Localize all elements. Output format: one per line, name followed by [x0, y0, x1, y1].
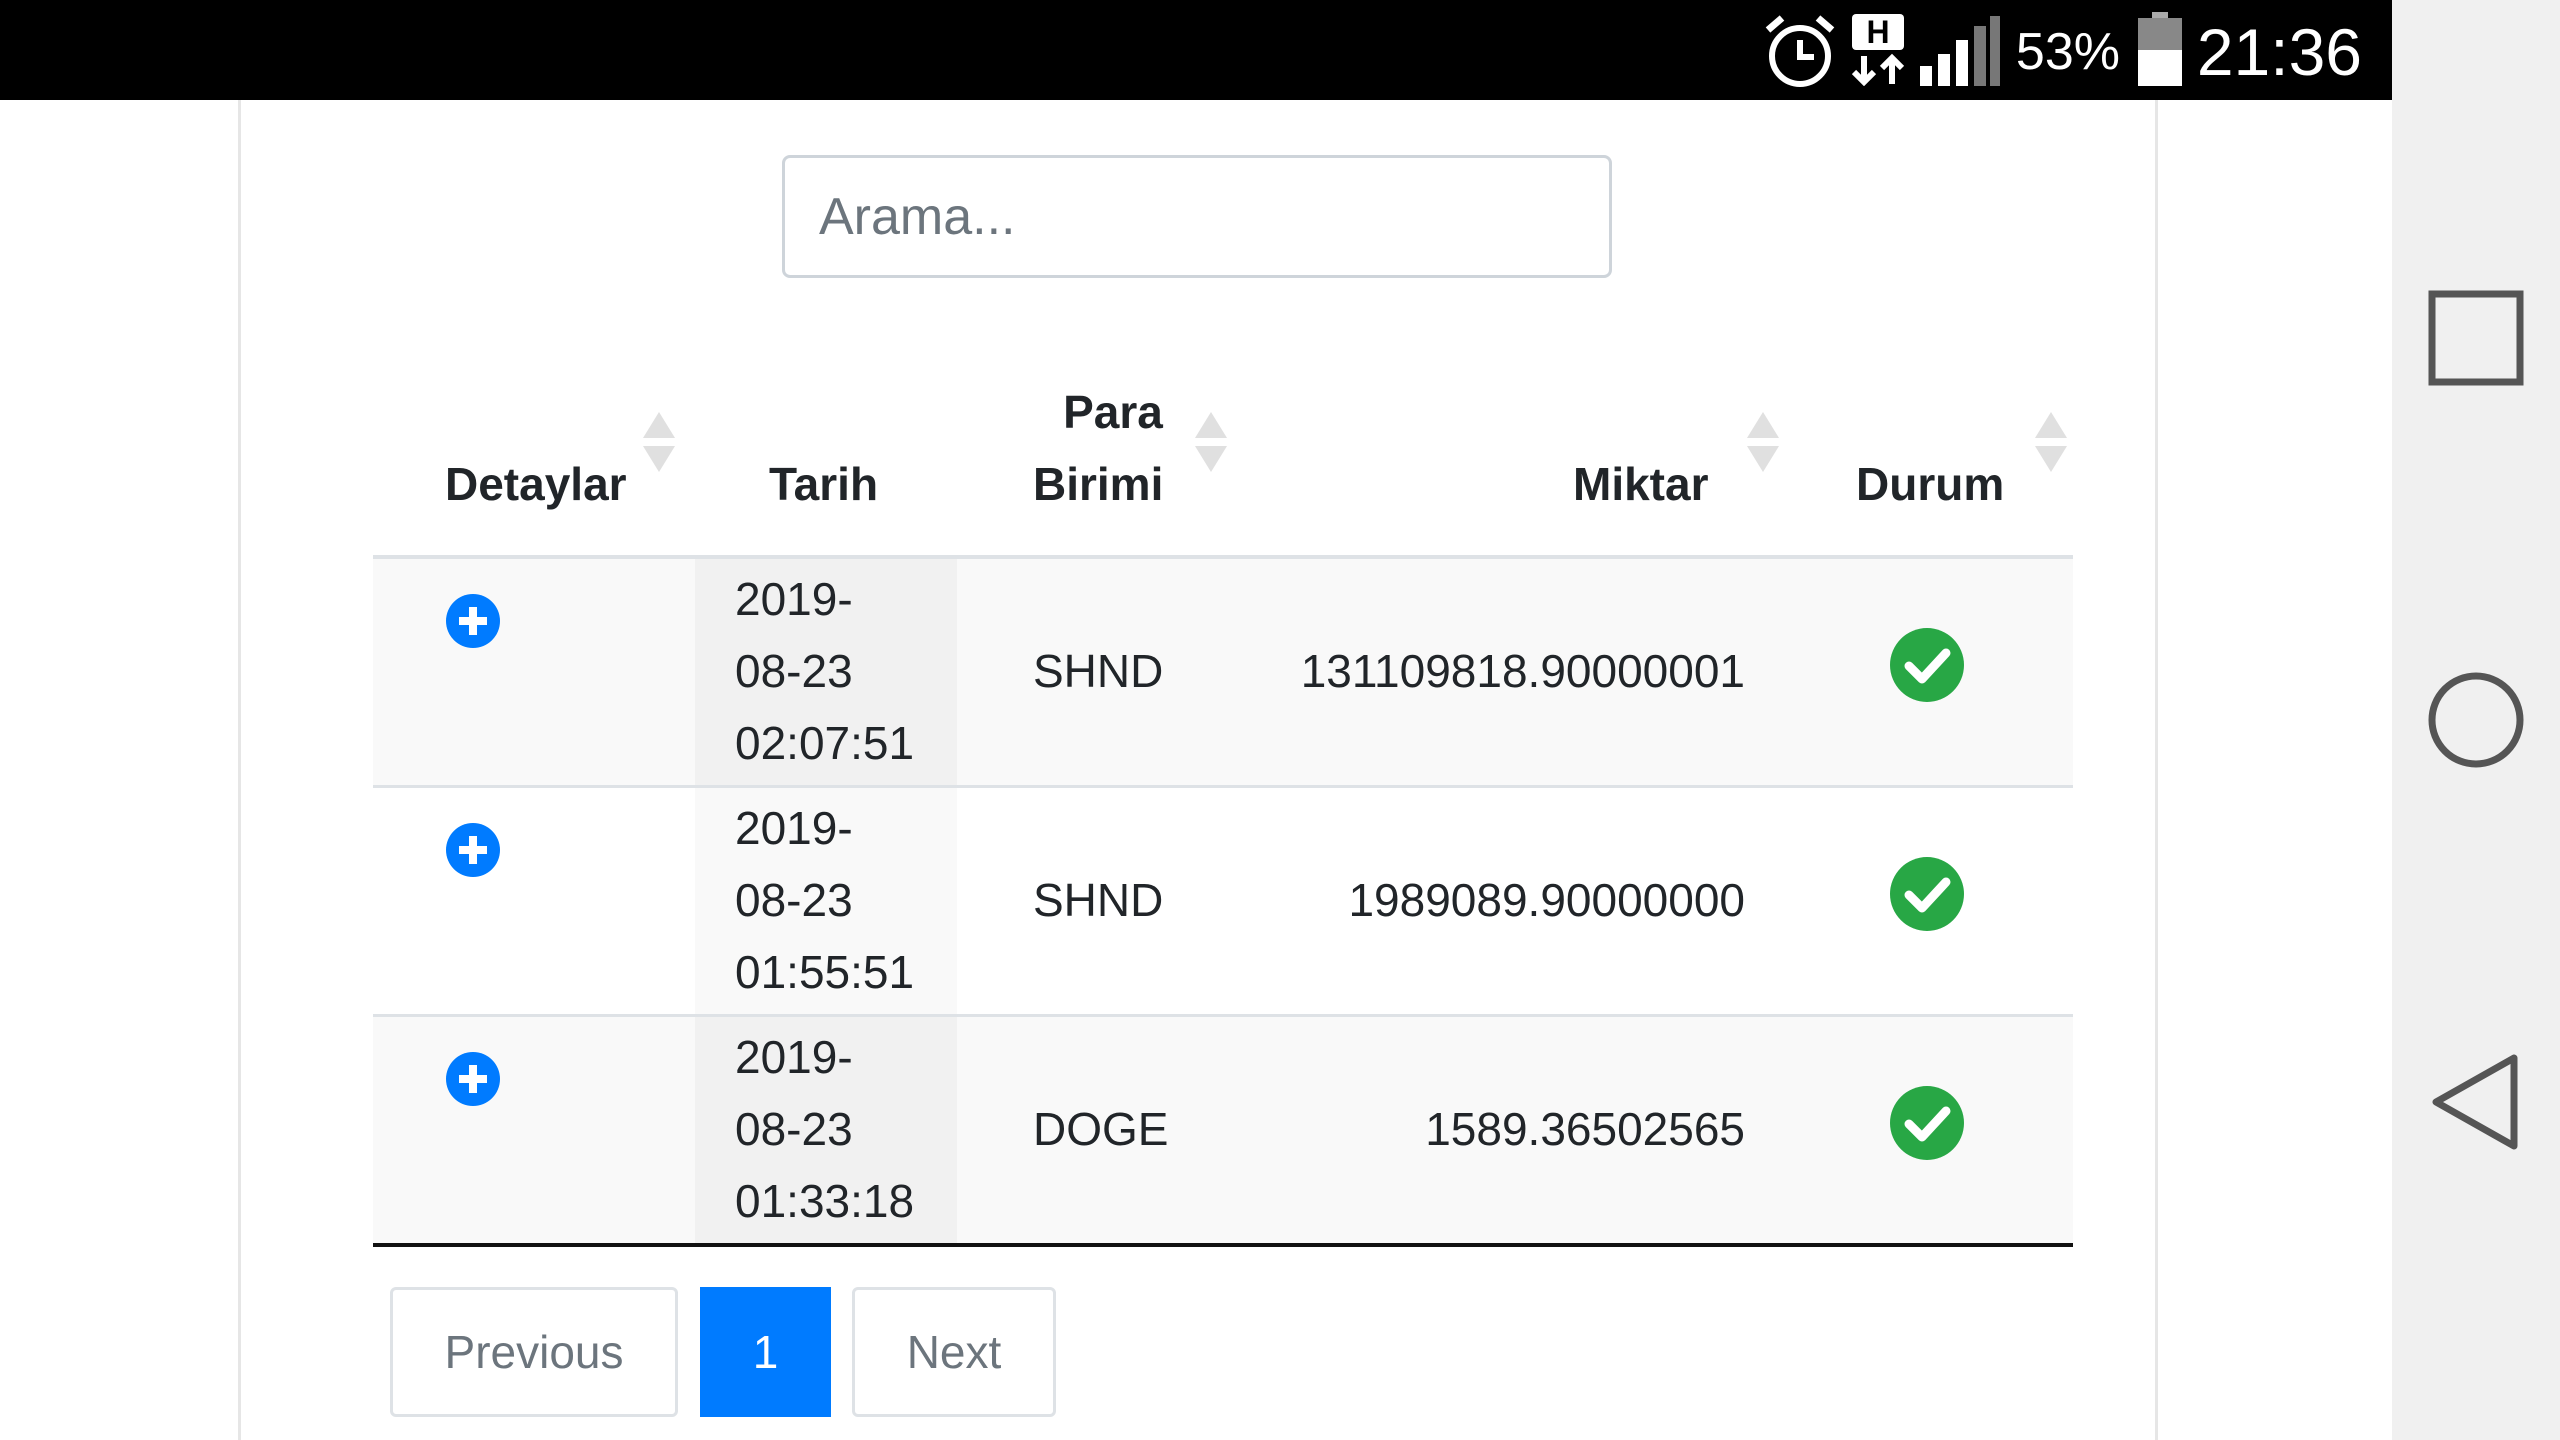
table-header: Detaylar Tarih Para Birimi Miktar Durum [373, 360, 2073, 559]
date-line: 08-23 [735, 1103, 853, 1155]
status-bar: H 53% 21:36 [0, 0, 2392, 100]
battery-icon [2138, 12, 2182, 86]
next-button[interactable]: Next [852, 1287, 1056, 1417]
previous-button[interactable]: Previous [390, 1287, 678, 1417]
expand-details-icon[interactable] [445, 593, 501, 649]
time-line: 01:33:18 [735, 1175, 915, 1227]
date-line: 2019- [735, 802, 853, 854]
home-circle-icon[interactable] [2426, 670, 2526, 770]
date-line: 2019- [735, 573, 853, 625]
search-input[interactable] [782, 155, 1612, 278]
column-header-detaylar[interactable]: Detaylar [445, 448, 627, 520]
time-line: 01:55:51 [735, 946, 915, 998]
column-header-birimi[interactable]: Birimi [1033, 448, 1163, 520]
network-type-label: H [1866, 14, 1889, 50]
date-line: 08-23 [735, 645, 853, 697]
back-triangle-icon[interactable] [2426, 1052, 2526, 1152]
date-cell: 2019- 08-23 02:07:51 [695, 559, 957, 785]
sort-arrows-icon[interactable] [1745, 410, 1781, 474]
h-plus-network-icon: H [1851, 14, 1905, 86]
time-line: 02:07:51 [735, 717, 915, 769]
column-header-tarih[interactable]: Tarih [769, 448, 878, 520]
column-header-durum[interactable]: Durum [1856, 448, 2004, 520]
amount-cell: 1589.36502565 [1425, 1103, 1745, 1155]
column-header-para[interactable]: Para [1048, 376, 1178, 448]
table-row: 2019- 08-23 01:55:51 SHND 1989089.900000… [373, 788, 2073, 1017]
battery-percent: 53% [2015, 23, 2120, 81]
date-line: 08-23 [735, 874, 853, 926]
date-cell: 2019- 08-23 01:55:51 [695, 788, 957, 1014]
table-row: 2019- 08-23 02:07:51 SHND 131109818.9000… [373, 559, 2073, 788]
signal-icon [1920, 16, 2000, 86]
expand-details-icon[interactable] [445, 1051, 501, 1107]
amount-cell: 1989089.90000000 [1348, 874, 1745, 926]
status-success-icon [1890, 857, 1964, 931]
page-1-button[interactable]: 1 [700, 1287, 831, 1417]
sort-arrows-icon[interactable] [1193, 410, 1229, 474]
clock: 21:36 [2196, 15, 2362, 89]
sort-arrows-icon[interactable] [641, 410, 677, 474]
expand-details-icon[interactable] [445, 822, 501, 878]
amount-cell: 131109818.90000001 [1300, 645, 1745, 697]
date-cell: 2019- 08-23 01:33:18 [695, 1017, 957, 1243]
alarm-icon [1765, 15, 1835, 87]
table-row: 2019- 08-23 01:33:18 DOGE 1589.36502565 [373, 1017, 2073, 1247]
recents-square-icon[interactable] [2426, 288, 2526, 388]
column-header-miktar[interactable]: Miktar [1573, 448, 1708, 520]
transactions-table: Detaylar Tarih Para Birimi Miktar Durum … [373, 360, 2073, 1247]
status-success-icon [1890, 1086, 1964, 1160]
currency-cell: DOGE [1033, 1103, 1169, 1155]
currency-cell: SHND [1033, 645, 1164, 697]
navigation-bar [2392, 0, 2560, 1440]
currency-cell: SHND [1033, 874, 1164, 926]
date-line: 2019- [735, 1031, 853, 1083]
status-success-icon [1890, 628, 1964, 702]
sort-arrows-icon[interactable] [2033, 410, 2069, 474]
